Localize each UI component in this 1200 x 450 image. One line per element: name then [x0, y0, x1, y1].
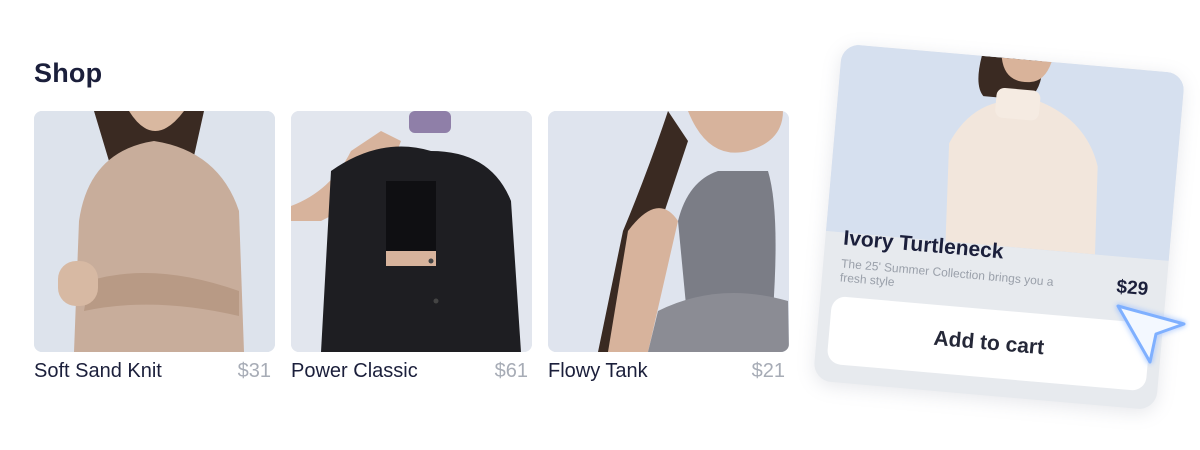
product-name[interactable]: Flowy Tank [548, 360, 648, 383]
product-card-power-classic[interactable]: Power Classic $61 [291, 111, 532, 383]
pointer-cursor-icon [1116, 304, 1186, 364]
featured-product-price: $29 [1115, 276, 1150, 301]
featured-product-image[interactable] [825, 43, 1186, 261]
product-name[interactable]: Power Classic [291, 360, 418, 383]
product-name[interactable]: Soft Sand Knit [34, 360, 162, 383]
product-image[interactable] [548, 111, 789, 352]
page-title: Shop [34, 58, 103, 88]
featured-product-description: The 25' Summer Collection brings you a f… [839, 256, 1055, 290]
add-to-cart-button[interactable]: Add to cart [826, 295, 1152, 392]
product-card-soft-sand-knit[interactable]: Soft Sand Knit $31 [34, 111, 275, 383]
product-price: $21 [751, 360, 785, 382]
product-price: $31 [237, 360, 271, 382]
product-image[interactable] [34, 111, 275, 352]
product-image[interactable] [291, 111, 532, 352]
product-card-flowy-tank[interactable]: Flowy Tank $21 [548, 111, 789, 383]
product-price: $61 [494, 360, 528, 382]
